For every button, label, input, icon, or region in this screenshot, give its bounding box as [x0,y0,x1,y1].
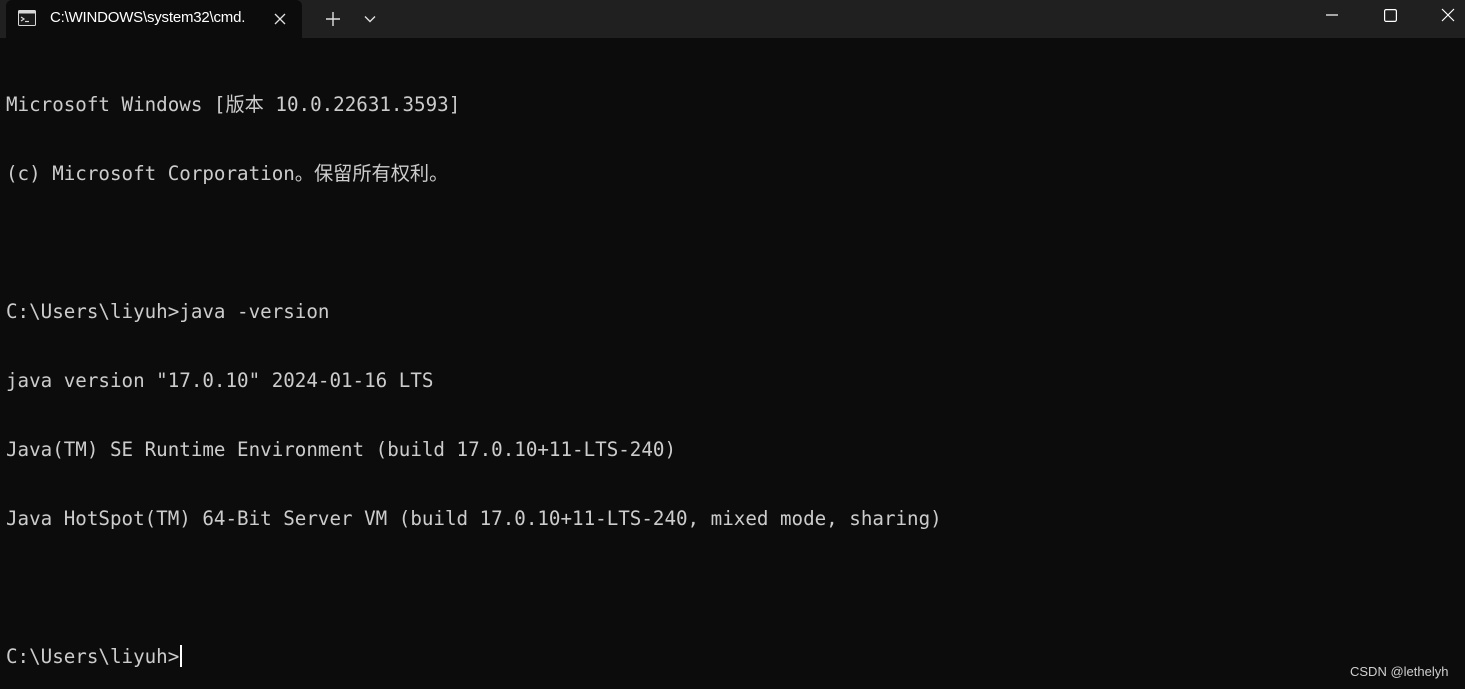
console-line: Microsoft Windows [版本 10.0.22631.3593] [6,93,461,116]
command-prompt-line[interactable]: C:\Users\liyuh> [6,645,1456,668]
title-bar[interactable]: C:\WINDOWS\system32\cmd. [0,0,1465,38]
console-line: java version "17.0.10" 2024-01-16 LTS [6,369,434,392]
watermark: CSDN @lethelyh [1350,664,1449,679]
terminal-icon [18,10,36,26]
console-output[interactable]: Microsoft Windows [版本 10.0.22631.3593] (… [6,47,1456,668]
terminal-window: C:\WINDOWS\system32\cmd. Microsoft Windo… [0,0,1465,689]
chevron-down-icon[interactable] [358,7,382,31]
close-icon[interactable] [270,9,290,29]
maximize-icon[interactable] [1361,0,1419,30]
plus-icon[interactable] [321,7,345,31]
console-line: C:\Users\liyuh>java -version [6,300,330,323]
console-line: Java HotSpot(TM) 64-Bit Server VM (build… [6,507,942,530]
close-icon[interactable] [1419,0,1465,30]
command-prompt: C:\Users\liyuh> [6,645,180,668]
minimize-icon[interactable] [1303,0,1361,30]
tab-title: C:\WINDOWS\system32\cmd. [50,9,246,26]
tab-cmd[interactable]: C:\WINDOWS\system32\cmd. [6,0,302,38]
console-line: Java(TM) SE Runtime Environment (build 1… [6,438,677,461]
console-line: (c) Microsoft Corporation。保留所有权利。 [6,162,449,185]
text-cursor [180,645,183,667]
